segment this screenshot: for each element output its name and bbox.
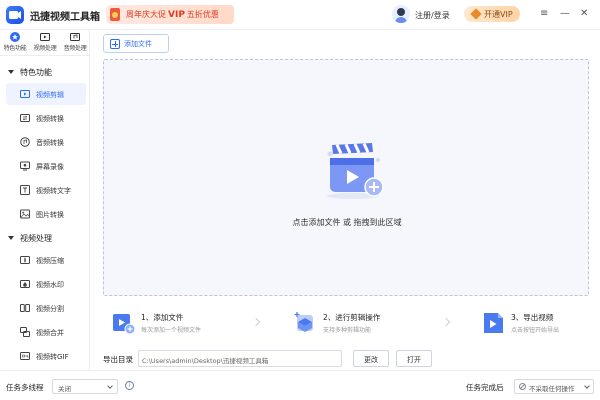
star-icon bbox=[10, 32, 20, 42]
chevron-down-icon bbox=[107, 383, 113, 389]
record-icon bbox=[20, 161, 30, 171]
sidebar-item-video-edit[interactable]: 视频剪辑 bbox=[6, 83, 86, 105]
video-icon bbox=[40, 33, 50, 41]
image-icon bbox=[20, 209, 30, 219]
sidebar: 特色功能 视频处理 音频处理 特色功能 视频剪辑 视频转换 音频转换 屏幕录像 … bbox=[0, 30, 90, 370]
main-panel: 添加文件 点击添加文件 或 拖拽到此区域 1、添加文件 每次添加一个视频文件 2… bbox=[91, 30, 600, 370]
drop-zone[interactable]: 点击添加文件 或 拖拽到此区域 bbox=[103, 59, 589, 296]
steps-guide: 1、添加文件 每次添加一个视频文件 2、进行剪辑操作 支持多种剪辑功能 3、导出… bbox=[103, 306, 589, 342]
app-title: 迅捷视频工具箱 bbox=[30, 12, 100, 23]
sidebar-item-audio-convert[interactable]: 音频转换 bbox=[6, 131, 86, 153]
tab-features[interactable]: 特色功能 bbox=[0, 32, 30, 54]
scissors-icon bbox=[20, 90, 30, 98]
chevron-right-icon bbox=[251, 317, 261, 327]
section-header-features[interactable]: 特色功能 bbox=[8, 67, 52, 78]
gif-icon bbox=[20, 352, 30, 360]
watermark-icon bbox=[20, 280, 30, 288]
add-file-button[interactable]: 添加文件 bbox=[103, 34, 169, 53]
diamond-icon bbox=[470, 8, 482, 20]
sidebar-item-video-compress[interactable]: 视频压缩 bbox=[6, 249, 86, 271]
sidebar-item-screen-record[interactable]: 屏幕录像 bbox=[6, 155, 86, 177]
collapse-triangle-icon bbox=[8, 70, 14, 74]
close-icon[interactable]: ✕ bbox=[580, 8, 588, 20]
section-header-video-processing[interactable]: 视频处理 bbox=[8, 233, 52, 244]
export-directory-label: 导出目录 bbox=[103, 355, 133, 364]
drop-hint-text: 点击添加文件 或 拖拽到此区域 bbox=[292, 218, 402, 227]
step-export: 3、导出视频 点击按钮开始导出 bbox=[481, 306, 589, 342]
sidebar-item-video-split[interactable]: 视频分割 bbox=[6, 297, 86, 319]
sidebar-item-image-convert[interactable]: 图片转换 bbox=[6, 203, 86, 225]
step-add-file: 1、添加文件 每次添加一个视频文件 bbox=[111, 306, 251, 342]
add-file-icon bbox=[110, 39, 120, 49]
sidebar-item-video-to-text[interactable]: 视频转文字 bbox=[6, 179, 86, 201]
minimize-icon[interactable]: — bbox=[560, 8, 570, 20]
export-path-field[interactable]: C:\Users\admin\Desktop\迅捷视频工具箱 bbox=[138, 350, 342, 367]
export-directory-row: 导出目录 C:\Users\admin\Desktop\迅捷视频工具箱 更改 打… bbox=[103, 350, 589, 368]
convert-icon bbox=[20, 114, 30, 122]
export-step-icon bbox=[484, 313, 503, 333]
compress-icon bbox=[20, 256, 30, 264]
promo-text: 周年庆大促 VIP 五折优惠 bbox=[126, 10, 219, 20]
audio-icon bbox=[20, 137, 30, 147]
sidebar-item-video-convert[interactable]: 视频转换 bbox=[6, 107, 86, 129]
promo-banner[interactable]: 周年庆大促 VIP 五折优惠 bbox=[106, 5, 234, 24]
add-video-icon bbox=[327, 142, 384, 199]
chevron-right-icon bbox=[441, 317, 451, 327]
sidebar-top-tabs: 特色功能 视频处理 音频处理 bbox=[0, 30, 90, 56]
info-icon[interactable]: i bbox=[125, 381, 134, 390]
sidebar-item-video-watermark[interactable]: 视频水印 bbox=[6, 273, 86, 295]
red-envelope-icon bbox=[110, 8, 120, 21]
merge-icon bbox=[20, 327, 30, 337]
multithread-label: 任务多线程 bbox=[6, 383, 44, 392]
status-bar: 任务多线程 关闭 i 任务完成后 不采取任何操作 bbox=[0, 370, 600, 400]
title-bar: 迅捷视频工具箱 周年庆大促 VIP 五折优惠 注册/登录 开通VIP ≡ — ✕ bbox=[0, 0, 600, 30]
after-done-select[interactable]: 不采取任何操作 bbox=[514, 379, 594, 394]
sidebar-item-video-merge[interactable]: 视频合并 bbox=[6, 321, 86, 343]
tab-audio-processing[interactable]: 音频处理 bbox=[60, 32, 90, 54]
app-logo-icon bbox=[6, 6, 24, 24]
chevron-down-icon bbox=[584, 383, 590, 389]
open-vip-button[interactable]: 开通VIP bbox=[464, 6, 520, 22]
edit-step-icon bbox=[294, 312, 313, 332]
login-link[interactable]: 注册/登录 bbox=[415, 10, 450, 21]
tab-video-processing[interactable]: 视频处理 bbox=[30, 32, 60, 54]
music-icon bbox=[70, 33, 80, 41]
open-directory-button[interactable]: 打开 bbox=[396, 350, 432, 367]
menu-icon[interactable]: ≡ bbox=[540, 8, 548, 20]
collapse-triangle-icon bbox=[8, 236, 14, 240]
multithread-select[interactable]: 关闭 bbox=[52, 379, 118, 394]
split-icon bbox=[20, 304, 30, 312]
add-file-step-icon bbox=[113, 314, 136, 335]
change-directory-button[interactable]: 更改 bbox=[353, 350, 389, 367]
step-edit: 2、进行剪辑操作 支持多种剪辑功能 bbox=[293, 306, 433, 342]
prohibit-icon bbox=[519, 383, 526, 390]
avatar[interactable] bbox=[392, 5, 410, 23]
after-done-label: 任务完成后 bbox=[466, 383, 504, 392]
sidebar-item-video-to-gif[interactable]: 视频转GIF bbox=[6, 345, 86, 367]
text-icon bbox=[20, 185, 30, 195]
